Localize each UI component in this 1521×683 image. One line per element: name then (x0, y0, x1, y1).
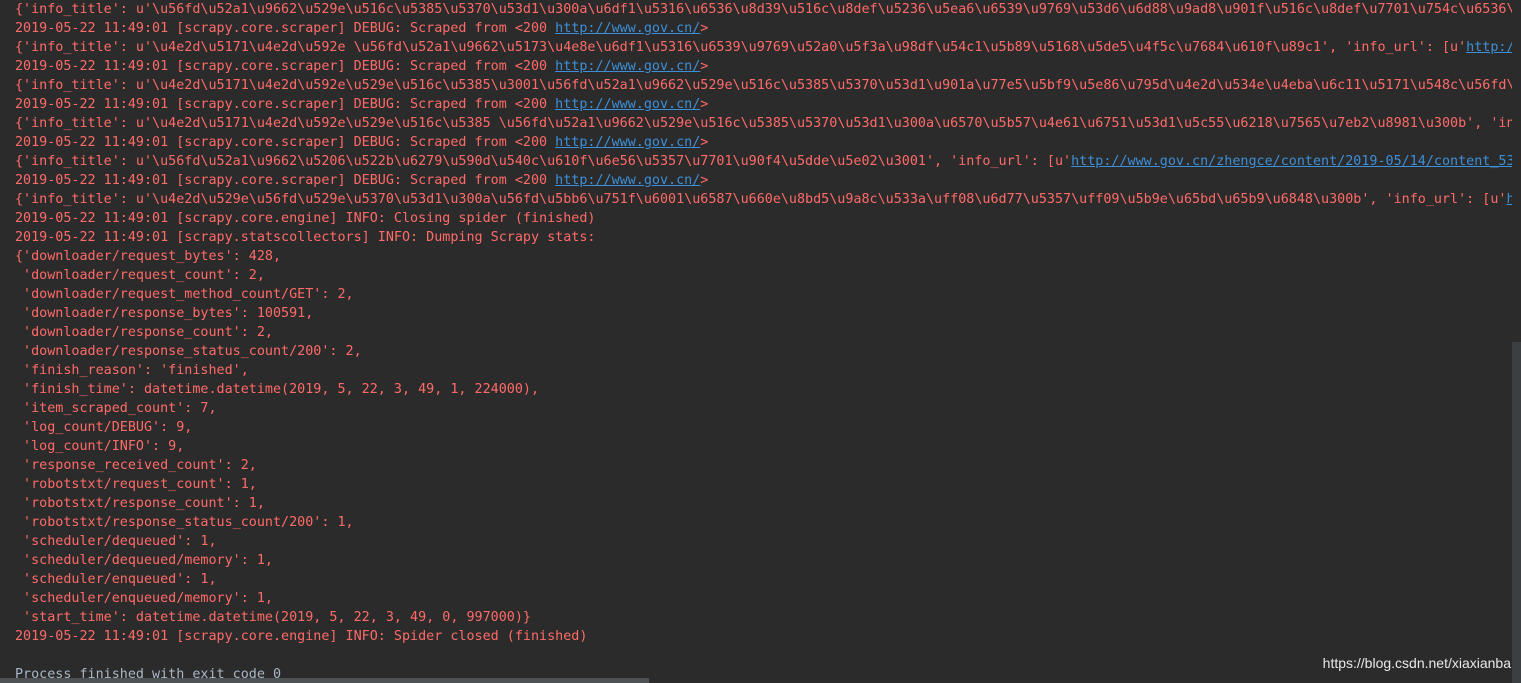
console-line-stat: 'robotstxt/response_count': 1, (15, 494, 265, 513)
console-text: 'scheduler/enqueued/memory': 1, (15, 591, 273, 606)
console-link[interactable]: http://www.gov.cn/zhengce/content/2019-0… (1071, 154, 1512, 169)
console-line-item: {'info_title': u'\u56fd\u52a1\u9662\u529… (15, 0, 1512, 19)
console-text: > (700, 59, 709, 74)
console-text: 2019-05-22 11:49:01 [scrapy.core.engine]… (15, 629, 588, 644)
console-text: 'item_scraped_count': 7, (15, 401, 217, 416)
console-text: {'info_title': u'\u4e2d\u5171\u4e2d\u592… (15, 40, 1467, 55)
console-text: {'info_title': u'\u4e2d\u5171\u4e2d\u592… (15, 116, 1512, 131)
console-line-item: {'info_title': u'\u4e2d\u5171\u4e2d\u592… (15, 76, 1512, 95)
console-line-stat: 'downloader/response_bytes': 100591, (15, 304, 313, 323)
console-text: {'downloader/request_bytes': 428, (15, 249, 282, 264)
console-text: 'log_count/DEBUG': 9, (15, 420, 193, 435)
console-text: 'finish_reason': 'finished', (15, 363, 249, 378)
console-line-log: 2019-05-22 11:49:01 [scrapy.core.scraper… (15, 57, 708, 76)
console-output[interactable]: {'info_title': u'\u56fd\u52a1\u9662\u529… (0, 0, 1512, 683)
console-text: 'downloader/request_method_count/GET': 2… (15, 287, 354, 302)
console-text: 2019-05-22 11:49:01 [scrapy.core.scraper… (15, 21, 556, 36)
console-link[interactable]: http://www.gov.cn/ (555, 173, 700, 188)
console-text: 2019-05-22 11:49:01 [scrapy.core.scraper… (15, 173, 556, 188)
console-line-item: {'info_title': u'\u4e2d\u5171\u4e2d\u592… (15, 114, 1512, 133)
console-line-stat: 'finish_reason': 'finished', (15, 361, 249, 380)
console-line-stat: 'downloader/request_count': 2, (15, 266, 265, 285)
console-line-stat: 'log_count/DEBUG': 9, (15, 418, 192, 437)
console-line-stat: 'log_count/INFO': 9, (15, 437, 184, 456)
console-line-log: 2019-05-22 11:49:01 [scrapy.core.scraper… (15, 171, 708, 190)
console-line-stat: 'scheduler/dequeued': 1, (15, 532, 217, 551)
console-line-stat: 'downloader/response_count': 2, (15, 323, 273, 342)
console-line-stat: 'scheduler/enqueued/memory': 1, (15, 589, 273, 608)
console-line-log: 2019-05-22 11:49:01 [scrapy.core.scraper… (15, 133, 708, 152)
console-line-item: {'info_title': u'\u56fd\u52a1\u9662\u520… (15, 152, 1512, 171)
console-line-stat: 'item_scraped_count': 7, (15, 399, 217, 418)
console-line-log: 2019-05-22 11:49:01 [scrapy.statscollect… (15, 228, 595, 247)
vertical-scrollbar-thumb[interactable] (1512, 342, 1521, 683)
console-text: > (700, 97, 709, 112)
console-line-stat: 'robotstxt/response_status_count/200': 1… (15, 513, 354, 532)
console-line-log: 2019-05-22 11:49:01 [scrapy.core.engine]… (15, 209, 595, 228)
console-text: 'robotstxt/request_count': 1, (15, 477, 257, 492)
console-text: > (700, 173, 709, 188)
console-text: > (700, 135, 709, 150)
console-text: {'info_title': u'\u56fd\u52a1\u9662\u520… (15, 154, 1072, 169)
console-line-stat: 'scheduler/enqueued': 1, (15, 570, 217, 589)
console-text: {'info_title': u'\u4e2d\u5171\u4e2d\u592… (15, 78, 1512, 93)
console-link[interactable]: http://ww (1466, 40, 1512, 55)
watermark: https://blog.csdn.net/xiaxianba (1322, 655, 1511, 671)
console-text: 'downloader/request_count': 2, (15, 268, 265, 283)
console-line-stat: 'downloader/response_status_count/200': … (15, 342, 362, 361)
console-line-stat: {'downloader/request_bytes': 428, (15, 247, 281, 266)
console-line-stat: 'scheduler/dequeued/memory': 1, (15, 551, 273, 570)
console-text: 2019-05-22 11:49:01 [scrapy.core.scraper… (15, 97, 556, 112)
console-line-stat: 'robotstxt/request_count': 1, (15, 475, 257, 494)
console-text: {'info_title': u'\u4e2d\u529e\u56fd\u529… (15, 192, 1507, 207)
console-line-log: 2019-05-22 11:49:01 [scrapy.core.scraper… (15, 95, 708, 114)
console-link[interactable]: http://www.gov.cn/ (555, 59, 700, 74)
console-text: 'response_received_count': 2, (15, 458, 257, 473)
console-line-log: 2019-05-22 11:49:01 [scrapy.core.engine]… (15, 627, 587, 646)
console-text: 'scheduler/dequeued': 1, (15, 534, 217, 549)
console-line-stat: 'finish_time': datetime.datetime(2019, 5… (15, 380, 539, 399)
console-text: {'info_title': u'\u56fd\u52a1\u9662\u529… (15, 2, 1512, 17)
console-text: 'robotstxt/response_status_count/200': 1… (15, 515, 354, 530)
console-text: 2019-05-22 11:49:01 [scrapy.core.scraper… (15, 59, 556, 74)
console-line-item: {'info_title': u'\u4e2d\u529e\u56fd\u529… (15, 190, 1512, 209)
console-text: 2019-05-22 11:49:01 [scrapy.core.scraper… (15, 135, 556, 150)
console-text: 'downloader/response_bytes': 100591, (15, 306, 314, 321)
console-line-stat: 'start_time': datetime.datetime(2019, 5,… (15, 608, 531, 627)
console-text: 'downloader/response_count': 2, (15, 325, 273, 340)
console-line-stat: 'response_received_count': 2, (15, 456, 257, 475)
console-text: > (700, 21, 709, 36)
vertical-scrollbar[interactable] (1512, 0, 1521, 683)
console-text: 'start_time': datetime.datetime(2019, 5,… (15, 610, 531, 625)
console-link[interactable]: http://www.gov.cn/ (555, 135, 700, 150)
console-line-stat: 'downloader/request_method_count/GET': 2… (15, 285, 354, 304)
console-text: 'scheduler/enqueued': 1, (15, 572, 217, 587)
console-link[interactable]: http://www.gov.cn/ (555, 97, 700, 112)
horizontal-scrollbar[interactable] (0, 678, 1512, 683)
horizontal-scrollbar-thumb[interactable] (0, 678, 649, 683)
console-link[interactable]: http://www.gov.cn/ (555, 21, 700, 36)
console-text: 'robotstxt/response_count': 1, (15, 496, 265, 511)
console-text: 2019-05-22 11:49:01 [scrapy.core.engine]… (15, 211, 596, 226)
console-text: 'scheduler/dequeued/memory': 1, (15, 553, 273, 568)
console-text: 'downloader/response_status_count/200': … (15, 344, 362, 359)
console-text: 'finish_time': datetime.datetime(2019, 5… (15, 382, 540, 397)
console-line-item: {'info_title': u'\u4e2d\u5171\u4e2d\u592… (15, 38, 1512, 57)
console-line-log: 2019-05-22 11:49:01 [scrapy.core.scraper… (15, 19, 708, 38)
console-text: 'log_count/INFO': 9, (15, 439, 185, 454)
console-text: 2019-05-22 11:49:01 [scrapy.statscollect… (15, 230, 596, 245)
